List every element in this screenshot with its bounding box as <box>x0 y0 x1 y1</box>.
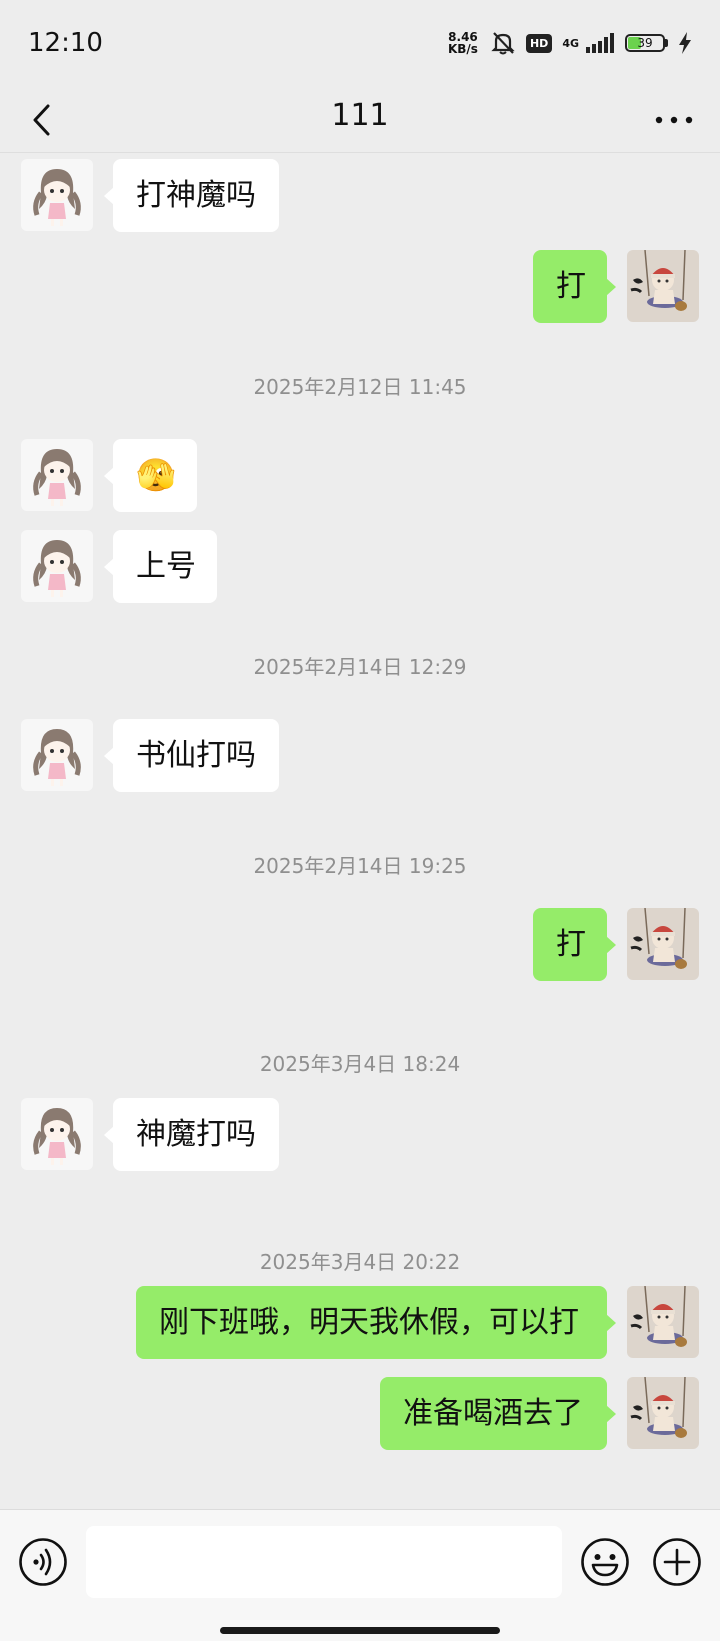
incoming-message-row: 🫣 <box>0 439 720 512</box>
outgoing-message-row: 打 <box>0 908 720 981</box>
contact-avatar[interactable] <box>21 1098 93 1170</box>
my-avatar[interactable] <box>627 908 699 980</box>
incoming-message-row: 神魔打吗 <box>0 1098 720 1171</box>
incoming-message-row: 上号 <box>0 530 720 603</box>
status-time: 12:10 <box>28 28 103 58</box>
more-dots-icon[interactable] <box>652 100 696 140</box>
chat-header: 111 <box>0 90 720 152</box>
battery-body: 39 <box>625 34 665 52</box>
my-avatar[interactable] <box>627 250 699 322</box>
network-speed-unit: KB/s <box>447 42 478 56</box>
hd-icon: HD <box>525 33 553 53</box>
home-indicator[interactable] <box>220 1627 500 1634</box>
message-timestamp: 2025年2月12日 11:45 <box>253 375 467 399</box>
battery-level: 39 <box>637 36 653 50</box>
my-avatar[interactable] <box>627 1377 699 1449</box>
timestamp-row: 2025年3月4日 18:24 <box>0 1048 720 1078</box>
input-bar <box>0 1509 720 1641</box>
message-bubble[interactable]: 打 <box>533 250 616 323</box>
message-bubble[interactable]: 刚下班哦，明天我休假，可以打 <box>136 1286 616 1359</box>
message-bubble[interactable]: 打 <box>533 908 616 981</box>
battery-tip <box>665 39 668 47</box>
outgoing-message-row: 刚下班哦，明天我休假，可以打 <box>0 1286 720 1359</box>
outgoing-message-row: 打 <box>0 250 720 323</box>
incoming-message-row: 书仙打吗 <box>0 719 720 792</box>
message-input[interactable] <box>86 1526 562 1598</box>
network-type: 4G <box>562 36 579 50</box>
contact-avatar[interactable] <box>21 159 93 231</box>
status-bar: 12:10 8.46 KB/s HD 4G 39 <box>0 0 720 90</box>
contact-avatar[interactable] <box>21 439 93 511</box>
plus-icon[interactable] <box>652 1537 702 1587</box>
outgoing-message-row: 准备喝酒去了 <box>0 1377 720 1450</box>
message-list[interactable]: 打神魔吗打 2025年2月12日 11:45 🫣 上号 2025年2月14日 12:29… <box>0 153 720 1509</box>
message-timestamp: 2025年2月14日 19:25 <box>253 854 467 878</box>
contact-avatar[interactable] <box>21 530 93 602</box>
charging-bolt-icon <box>679 32 691 54</box>
chat-title: 111 <box>331 98 389 133</box>
contact-avatar[interactable] <box>21 719 93 791</box>
mute-bell-icon <box>491 32 515 55</box>
status-icons: 8.46 KB/s HD 4G 39 <box>446 30 692 56</box>
incoming-message-row: 打神魔吗 <box>0 159 720 232</box>
timestamp-row: 2025年2月12日 11:45 <box>0 371 720 401</box>
message-bubble[interactable]: 上号 <box>104 530 217 603</box>
battery-icon: 39 <box>625 34 668 52</box>
message-timestamp: 2025年3月4日 20:22 <box>259 1250 461 1274</box>
message-timestamp: 2025年3月4日 18:24 <box>259 1052 461 1076</box>
my-avatar[interactable] <box>627 1286 699 1358</box>
voice-mode-icon[interactable] <box>18 1537 68 1587</box>
timestamp-row: 2025年2月14日 12:29 <box>0 651 720 681</box>
timestamp-row: 2025年2月14日 19:25 <box>0 850 720 880</box>
message-bubble[interactable]: 书仙打吗 <box>104 719 279 792</box>
message-timestamp: 2025年2月14日 12:29 <box>253 655 467 679</box>
emoji-icon[interactable] <box>580 1537 630 1587</box>
signal-icon <box>586 33 614 53</box>
message-bubble[interactable]: 打神魔吗 <box>104 159 279 232</box>
message-bubble[interactable]: 准备喝酒去了 <box>380 1377 616 1450</box>
timestamp-row: 2025年3月4日 20:22 <box>0 1246 720 1276</box>
emoji-message-bubble[interactable]: 🫣 <box>104 439 197 512</box>
message-bubble[interactable]: 神魔打吗 <box>104 1098 279 1171</box>
network-speed: 8.46 KB/s <box>446 31 480 55</box>
